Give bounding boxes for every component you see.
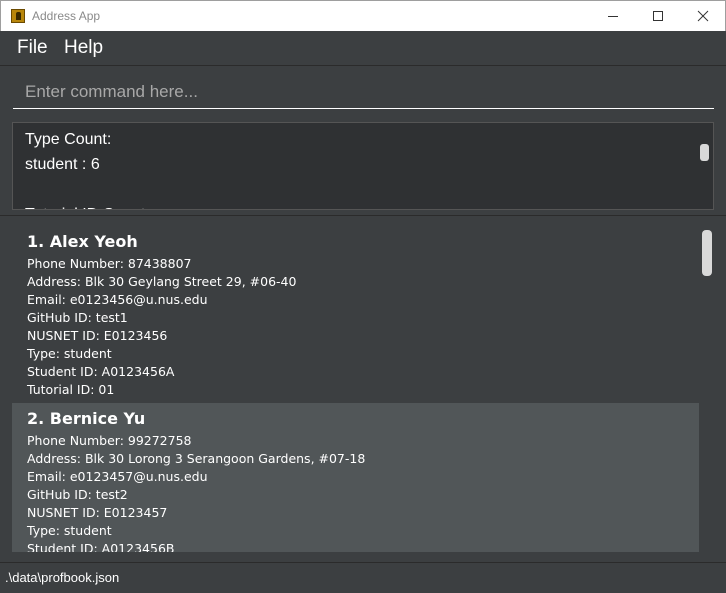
person-card-selected[interactable]: 2. Bernice Yu Phone Number: 99272758 Add… bbox=[12, 403, 699, 552]
minimize-button[interactable] bbox=[590, 1, 636, 31]
maximize-icon bbox=[653, 11, 663, 21]
title-bar: Address App bbox=[0, 0, 726, 31]
result-text: Type Count: student : 6 Tutorial ID Coun… bbox=[25, 131, 150, 209]
window-title: Address App bbox=[32, 9, 101, 23]
close-icon bbox=[697, 10, 709, 22]
person-student-id: Student ID: A0123456A bbox=[27, 364, 175, 379]
address-book-icon bbox=[11, 9, 25, 23]
person-type: Type: student bbox=[27, 346, 112, 361]
person-list-scrollbar[interactable] bbox=[702, 230, 712, 276]
person-list: 1. Alex Yeoh Phone Number: 87438807 Addr… bbox=[12, 226, 714, 552]
minimize-icon bbox=[608, 16, 618, 17]
person-student-id: Student ID: A0123456B bbox=[27, 541, 175, 552]
person-name: 2. Bernice Yu bbox=[27, 409, 146, 428]
status-bar: .\data\profbook.json bbox=[0, 562, 726, 593]
person-email: Email: e0123456@u.nus.edu bbox=[27, 292, 208, 307]
person-type: Type: student bbox=[27, 523, 112, 538]
person-name: 1. Alex Yeoh bbox=[27, 232, 138, 251]
menu-help[interactable]: Help bbox=[64, 37, 103, 59]
command-box bbox=[0, 66, 726, 116]
person-github: GitHub ID: test1 bbox=[27, 310, 128, 325]
person-card[interactable]: 1. Alex Yeoh Phone Number: 87438807 Addr… bbox=[12, 226, 699, 403]
person-email: Email: e0123457@u.nus.edu bbox=[27, 469, 208, 484]
command-input[interactable] bbox=[13, 76, 714, 109]
person-nusnet: NUSNET ID: E0123457 bbox=[27, 505, 168, 520]
person-tutorial: Tutorial ID: 01 bbox=[27, 382, 115, 397]
person-address: Address: Blk 30 Lorong 3 Serangoon Garde… bbox=[27, 451, 366, 466]
menu-bar: File Help bbox=[0, 31, 726, 66]
person-phone: Phone Number: 87438807 bbox=[27, 256, 192, 271]
result-display[interactable]: Type Count: student : 6 Tutorial ID Coun… bbox=[12, 122, 714, 210]
maximize-button[interactable] bbox=[635, 1, 681, 31]
person-address: Address: Blk 30 Geylang Street 29, #06-4… bbox=[27, 274, 297, 289]
result-scrollbar[interactable] bbox=[700, 144, 709, 161]
person-list-panel: 1. Alex Yeoh Phone Number: 87438807 Addr… bbox=[0, 218, 726, 562]
person-phone: Phone Number: 99272758 bbox=[27, 433, 192, 448]
person-github: GitHub ID: test2 bbox=[27, 487, 128, 502]
menu-file[interactable]: File bbox=[17, 37, 48, 59]
close-button[interactable] bbox=[680, 1, 726, 31]
person-nusnet: NUSNET ID: E0123456 bbox=[27, 328, 168, 343]
result-display-panel: Type Count: student : 6 Tutorial ID Coun… bbox=[0, 116, 726, 216]
save-file-path: .\data\profbook.json bbox=[5, 570, 120, 585]
